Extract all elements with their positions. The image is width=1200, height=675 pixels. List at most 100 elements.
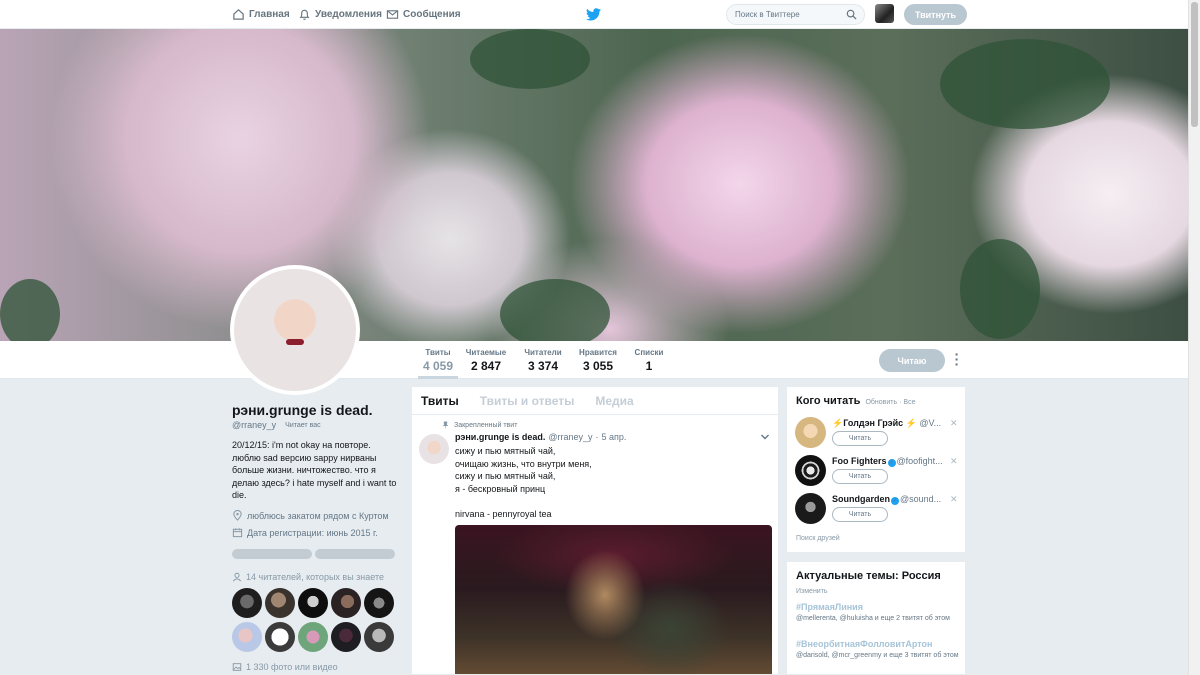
profile-joined: Дата регистрации: июнь 2015 г. — [232, 527, 378, 538]
dismiss-icon[interactable]: ✕ — [950, 456, 958, 467]
profile-banner — [0, 29, 1188, 341]
follower-avatar[interactable] — [265, 588, 295, 618]
trend-item[interactable]: #ВнеорбитнаяФолловитАртон @darisold, @mc… — [796, 639, 961, 661]
suggestion-name-row[interactable]: Soundgarden ✓ @sound... — [832, 494, 944, 505]
following-button[interactable]: Читаю — [879, 349, 945, 372]
suggestion-item: Foo Fighters ✓ @foofight... ✕ Читать — [795, 455, 963, 491]
link-separator: · — [899, 399, 902, 406]
follow-suggestion-button[interactable]: Читать — [832, 431, 888, 446]
follower-avatar[interactable] — [331, 622, 361, 652]
nav-messages[interactable]: Сообщения — [386, 0, 461, 29]
profile-stats-bar: Твиты 4 059 Читаемые 2 847 Читатели 3 37… — [0, 341, 1188, 379]
nav-home[interactable]: Главная — [232, 0, 290, 29]
suggestion-name-row[interactable]: ⚡Голдэн Грэйс ⚡ @V... — [832, 418, 944, 429]
who-to-follow-card: Кого читать Обновить · Все ⚡Голдэн Грэйс… — [786, 386, 966, 553]
stat-value: 2 847 — [470, 359, 502, 373]
follower-avatar[interactable] — [265, 622, 295, 652]
trend-item[interactable]: #ПрямаяЛиния @mellerenta, @huluisha и ещ… — [796, 602, 961, 624]
photos-videos-link[interactable]: 1 330 фото или видео — [232, 662, 338, 672]
suggestion-handle: @foofight... — [896, 456, 943, 466]
nav-notifications[interactable]: Уведомления — [298, 0, 382, 29]
follower-avatar[interactable] — [364, 588, 394, 618]
trend-hashtag[interactable]: #ПрямаяЛиния — [796, 602, 961, 612]
twitter-bird-icon[interactable] — [586, 8, 601, 21]
banner-leaf — [940, 39, 1110, 129]
tweet-author-handle[interactable]: @rraney_y — [548, 432, 592, 442]
image-icon — [232, 663, 242, 671]
stat-label: Читаемые — [465, 348, 507, 357]
find-friends-link[interactable]: Поиск друзей — [796, 535, 840, 542]
profile-name[interactable]: рэни.grunge is dead. — [232, 402, 373, 418]
tweet-header: рэни.grunge is dead. @rraney_y · 5 апр. — [455, 432, 626, 442]
follow-suggestion-button[interactable]: Читать — [832, 469, 888, 484]
dismiss-icon[interactable]: ✕ — [950, 418, 958, 429]
follower-avatar[interactable] — [232, 588, 262, 618]
suggestion-handle: @V... — [919, 418, 942, 428]
joined-text: Дата регистрации: июнь 2015 г. — [247, 527, 378, 538]
suggestion-name: Foo Fighters — [832, 456, 887, 466]
search-input[interactable] — [727, 5, 837, 24]
stat-value: 4 059 — [422, 359, 454, 373]
page-scrollbar[interactable] — [1188, 0, 1200, 675]
top-navigation: Главная Уведомления Сообщения Твитнуть — [0, 0, 1188, 29]
stat-value: 1 — [645, 359, 653, 373]
stat-followers[interactable]: Читатели 3 374 — [522, 348, 564, 373]
follower-avatar[interactable] — [232, 622, 262, 652]
follower-avatar[interactable] — [331, 588, 361, 618]
stat-following[interactable]: Читаемые 2 847 — [464, 348, 508, 373]
pinned-tweet-label: Закрепленный твит — [442, 421, 517, 429]
pinned-tweet-text: Закрепленный твит — [454, 421, 518, 429]
dismiss-icon[interactable]: ✕ — [950, 494, 958, 505]
verified-badge-icon: ✓ — [887, 459, 896, 467]
bell-icon — [299, 9, 310, 20]
trends-card: Актуальные темы: Россия Изменить #Прямая… — [786, 561, 966, 675]
suggestion-avatar[interactable] — [795, 417, 826, 448]
tweet-date[interactable]: 5 апр. — [602, 432, 627, 442]
search-box[interactable] — [726, 4, 865, 25]
who-to-follow-header: Кого читать Обновить · Все — [796, 395, 915, 407]
account-avatar[interactable] — [875, 4, 894, 23]
nav-home-label: Главная — [249, 9, 290, 20]
tab-tweets-and-replies[interactable]: Твиты и ответы — [480, 394, 575, 408]
tweet-author-avatar[interactable] — [419, 434, 449, 464]
suggestion-avatar[interactable] — [795, 455, 826, 486]
tab-media[interactable]: Медиа — [595, 394, 633, 408]
stat-likes[interactable]: Нравится 3 055 — [577, 348, 619, 373]
verified-badge-icon: ✓ — [891, 497, 899, 505]
timeline: Твиты Твиты и ответы Медиа Закрепленный … — [411, 386, 779, 675]
follower-avatar[interactable] — [298, 622, 328, 652]
view-all-link[interactable]: Все — [903, 399, 915, 406]
calendar-icon — [232, 528, 243, 538]
follower-avatar[interactable] — [364, 622, 394, 652]
tab-tweets[interactable]: Твиты — [421, 394, 459, 408]
profile-handle[interactable]: @rraney_y — [232, 420, 276, 430]
tweet-media-image[interactable] — [455, 525, 772, 674]
suggestion-name-row[interactable]: Foo Fighters ✓ @foofight... — [832, 456, 944, 467]
trend-description: @darisold, @mcr_greenmy и еще 3 твитят о… — [796, 652, 959, 659]
tweet-separator: · — [595, 432, 599, 442]
chevron-down-icon[interactable] — [760, 432, 770, 442]
who-to-follow-title: Кого читать — [796, 395, 861, 407]
profile-avatar[interactable] — [230, 265, 360, 395]
suggestion-name: Soundgarden — [832, 494, 890, 504]
stat-tweets[interactable]: Твиты 4 059 — [418, 348, 458, 379]
placeholder-pill — [315, 549, 395, 559]
scrollbar-thumb[interactable] — [1191, 2, 1198, 127]
pin-icon — [442, 421, 449, 429]
person-icon — [232, 572, 242, 582]
trend-hashtag[interactable]: #ВнеорбитнаяФолловитАртон — [796, 639, 961, 649]
tweet-button[interactable]: Твитнуть — [904, 4, 967, 25]
suggestion-avatar[interactable] — [795, 493, 826, 524]
stat-value: 3 374 — [527, 359, 559, 373]
stat-lists[interactable]: Списки 1 — [632, 348, 666, 373]
followers-you-know-text: 14 читателей, которых вы знаете — [246, 572, 385, 582]
followers-you-know[interactable]: 14 читателей, которых вы знаете — [232, 572, 384, 582]
home-icon — [233, 9, 244, 20]
tweet-author-name[interactable]: рэни.grunge is dead. — [455, 432, 545, 442]
follow-suggestion-button[interactable]: Читать — [832, 507, 888, 522]
follower-avatar[interactable] — [298, 588, 328, 618]
search-icon[interactable] — [846, 9, 857, 20]
more-options-icon[interactable]: · · · — [952, 347, 962, 371]
refresh-link[interactable]: Обновить — [865, 399, 897, 406]
change-trends-link[interactable]: Изменить — [796, 588, 828, 595]
